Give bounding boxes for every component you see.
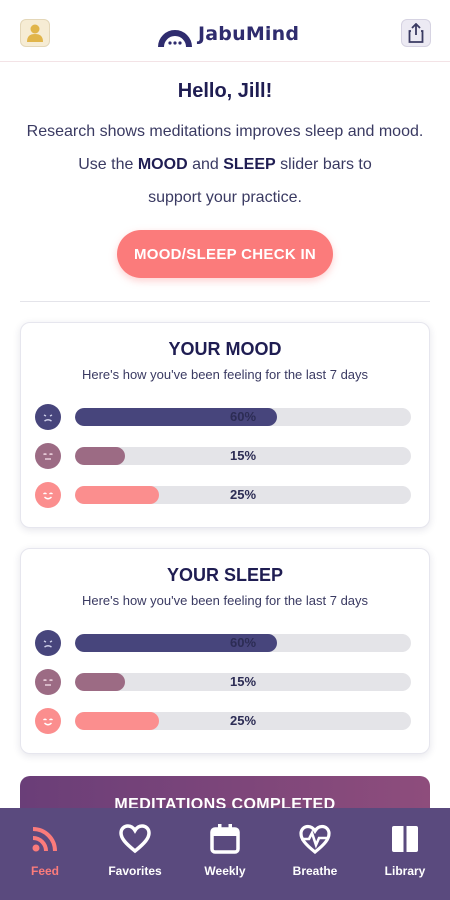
happy-face-icon <box>35 708 61 734</box>
tab-weekly[interactable]: Weekly <box>180 808 270 900</box>
app-name: JabuMind <box>198 23 300 45</box>
top-bar: JabuMind <box>0 0 450 62</box>
sad-face-icon <box>35 630 61 656</box>
intro-section: Hello, Jill! Research shows meditations … <box>0 80 450 214</box>
intro-line-1: Research shows meditations improves slee… <box>26 123 424 140</box>
tab-label: Weekly <box>204 864 246 878</box>
intro-text: Use the <box>78 156 138 173</box>
rss-feed-icon <box>28 822 62 856</box>
happy-face-icon <box>35 482 61 508</box>
mood-keyword: MOOD <box>137 156 188 173</box>
sleep-row-sad: 60% <box>35 630 415 656</box>
logo-icon <box>158 30 192 48</box>
bottom-tab-bar: Feed Favorites Weekly Breathe Library <box>0 808 450 900</box>
tab-label: Feed <box>30 864 59 878</box>
mood-percent: 25% <box>229 487 257 502</box>
sleep-card: YOUR SLEEP Here's how you've been feelin… <box>20 548 430 754</box>
sleep-card-subtitle: Here's how you've been feeling for the l… <box>81 593 369 608</box>
intro-line-2: Use the MOOD and SLEEP slider bars to <box>0 148 450 181</box>
neutral-face-icon <box>35 443 61 469</box>
sleep-keyword: SLEEP <box>223 156 276 173</box>
mood-sleep-check-in-button[interactable]: MOOD/SLEEP CHECK IN <box>117 230 333 278</box>
tab-breathe[interactable]: Breathe <box>270 808 360 900</box>
app-logo: JabuMind <box>158 20 299 48</box>
tab-feed[interactable]: Feed <box>0 808 90 900</box>
mood-row-happy: 25% <box>35 482 415 508</box>
sad-face-icon <box>35 404 61 430</box>
sleep-percent: 60% <box>229 635 257 650</box>
calendar-icon <box>208 822 242 856</box>
intro-line-3: support your practice. <box>148 189 302 206</box>
share-button[interactable] <box>401 19 431 47</box>
profile-button[interactable] <box>20 19 50 47</box>
sleep-row-happy: 25% <box>35 708 415 734</box>
divider <box>20 301 430 302</box>
mood-card-title: YOUR MOOD <box>168 339 282 359</box>
mood-row-sad: 60% <box>35 404 415 430</box>
tab-library[interactable]: Library <box>360 808 450 900</box>
mood-percent: 15% <box>229 448 257 463</box>
neutral-face-icon <box>35 669 61 695</box>
sleep-row-neutral: 15% <box>35 669 415 695</box>
tab-label: Favorites <box>108 864 162 878</box>
heart-icon <box>118 822 152 856</box>
intro-text: slider bars to <box>275 156 372 173</box>
tab-label: Library <box>384 864 426 878</box>
mood-row-neutral: 15% <box>35 443 415 469</box>
intro-text: and <box>187 156 224 173</box>
tab-favorites[interactable]: Favorites <box>90 808 180 900</box>
mood-percent: 60% <box>229 409 257 424</box>
tab-label: Breathe <box>292 864 338 878</box>
heartbeat-icon <box>298 822 332 856</box>
greeting: Hello, Jill! <box>177 80 273 102</box>
mood-card: YOUR MOOD Here's how you've been feeling… <box>20 322 430 528</box>
sleep-card-title: YOUR SLEEP <box>166 565 284 585</box>
share-icon <box>408 23 424 43</box>
book-icon <box>388 822 422 856</box>
sleep-percent: 25% <box>229 713 257 728</box>
person-icon <box>27 24 43 42</box>
mood-card-subtitle: Here's how you've been feeling for the l… <box>81 367 369 382</box>
sleep-percent: 15% <box>229 674 257 689</box>
